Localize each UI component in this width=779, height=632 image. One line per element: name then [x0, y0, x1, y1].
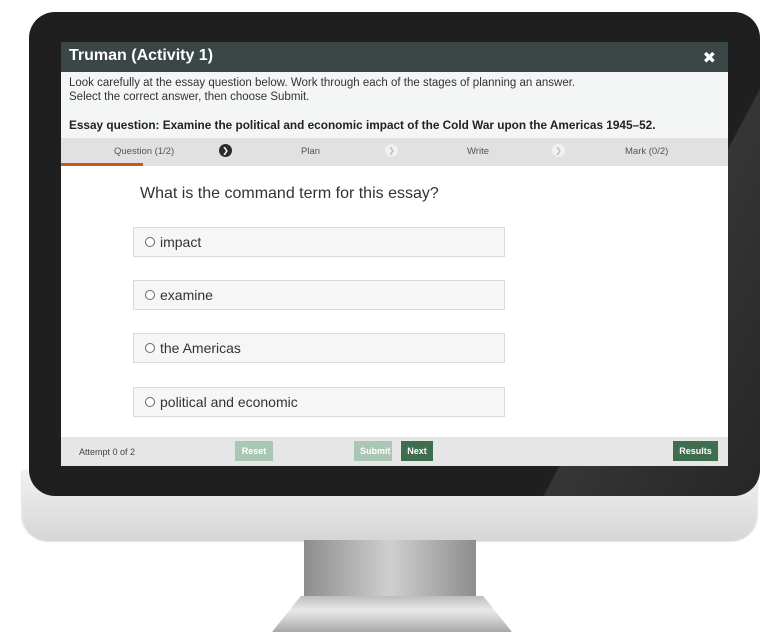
answer-option[interactable]: impact [133, 227, 505, 257]
reset-button[interactable]: Reset [235, 441, 273, 461]
instructions-text: Look carefully at the essay question bel… [69, 76, 575, 104]
radio-icon[interactable] [145, 397, 155, 407]
tab-question[interactable]: Question (1/2) [114, 146, 174, 157]
tab-mark[interactable]: Mark (0/2) [625, 146, 668, 157]
radio-icon[interactable] [145, 237, 155, 247]
answer-option[interactable]: political and economic [133, 387, 505, 417]
activity-title: Truman (Activity 1) [69, 47, 214, 64]
radio-icon[interactable] [145, 343, 155, 353]
chevron-right-icon: ❯ [385, 144, 398, 157]
essay-question: Essay question: Examine the political an… [69, 118, 656, 132]
attempt-counter: Attempt 0 of 2 [79, 447, 136, 457]
instructions-panel: Look carefully at the essay question bel… [61, 72, 728, 138]
active-tab-indicator [61, 163, 143, 166]
answer-option-label: examine [160, 287, 213, 303]
submit-button[interactable]: Submit [354, 441, 392, 461]
answer-option[interactable]: the Americas [133, 333, 505, 363]
tab-write[interactable]: Write [467, 146, 489, 157]
results-button[interactable]: Results [673, 441, 718, 461]
answer-option-label: the Americas [160, 340, 241, 356]
monitor-stand-neck [304, 540, 476, 598]
answer-option-label: impact [160, 234, 202, 250]
title-bar: Truman (Activity 1) ✖ [61, 42, 728, 72]
question-text: What is the command term for this essay? [140, 185, 439, 202]
chevron-right-icon: ❯ [219, 144, 232, 157]
answer-option-label: political and economic [160, 394, 298, 410]
close-icon[interactable]: ✖ [703, 48, 716, 67]
footer-bar: Attempt 0 of 2 Reset Submit Next Results [61, 437, 728, 466]
activity-screen: Truman (Activity 1) ✖ Look carefully at … [61, 42, 728, 466]
instruction-line: Select the correct answer, then choose S… [69, 91, 310, 103]
stage-tabs: Question (1/2) ❯ Plan ❯ Write ❯ Mark (0/… [61, 138, 728, 166]
radio-icon[interactable] [145, 290, 155, 300]
next-button[interactable]: Next [401, 441, 433, 461]
instruction-line: Look carefully at the essay question bel… [69, 77, 576, 89]
answer-option[interactable]: examine [133, 280, 505, 310]
tab-plan[interactable]: Plan [301, 146, 320, 157]
monitor-stand-base [272, 596, 512, 632]
chevron-right-icon: ❯ [552, 144, 565, 157]
